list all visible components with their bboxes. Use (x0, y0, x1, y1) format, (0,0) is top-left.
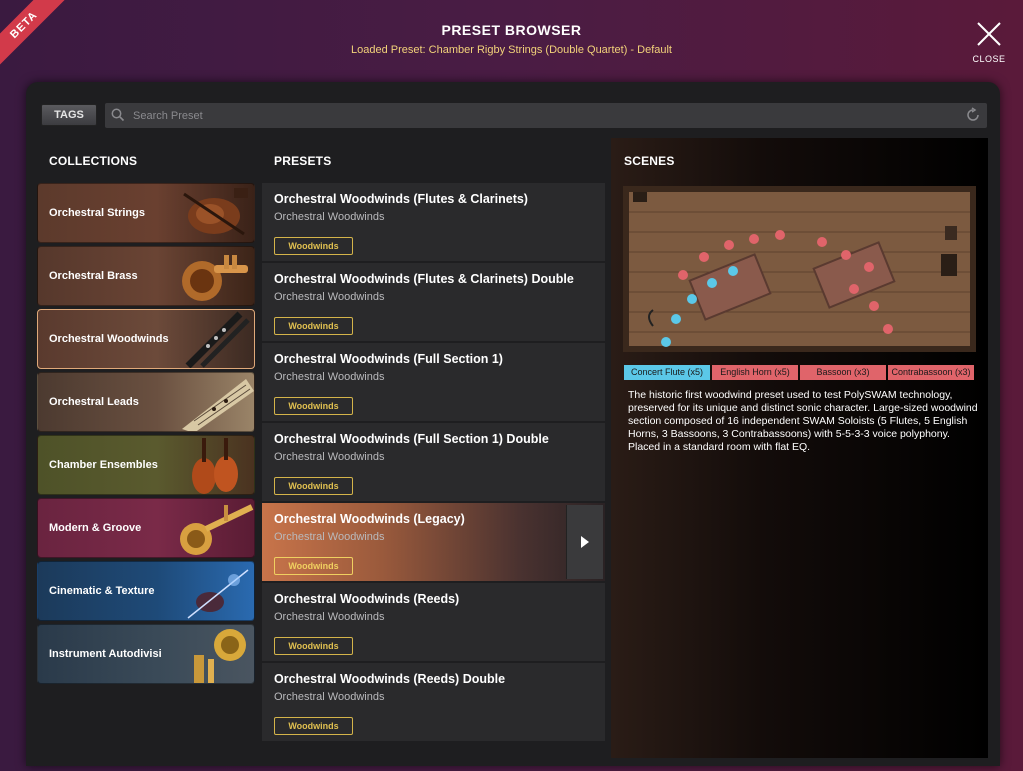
legend-concert-flute: Concert Flute (x5) (624, 365, 710, 380)
collection-label: Cinematic & Texture (49, 585, 155, 597)
page-title: PRESET BROWSER (441, 22, 582, 38)
collections-heading: COLLECTIONS (49, 154, 138, 168)
preset-name: Orchestral Woodwinds (Legacy) (274, 512, 465, 526)
scene-room-view[interactable] (623, 186, 976, 352)
loaded-preset-label: Loaded Preset: Chamber Rigby Strings (Do… (351, 44, 672, 56)
preset-row[interactable]: Orchestral Woodwinds (Reeds) Double Orch… (262, 663, 605, 741)
load-preset-button[interactable] (566, 505, 603, 579)
preset-name: Orchestral Woodwinds (Flutes & Clarinets… (274, 272, 574, 286)
collection-label: Orchestral Brass (49, 270, 138, 282)
preset-tag[interactable]: Woodwinds (274, 317, 353, 335)
preset-category: Orchestral Woodwinds (274, 371, 385, 383)
violin-icon (187, 569, 249, 619)
flute-position-marker[interactable] (728, 266, 738, 276)
preset-category: Orchestral Woodwinds (274, 531, 385, 543)
bassoon-position-marker[interactable] (841, 250, 851, 260)
preset-tag[interactable]: Woodwinds (274, 717, 353, 735)
search-icon (111, 108, 125, 122)
scene-description: The historic first woodwind preset used … (628, 389, 978, 453)
preset-name: Orchestral Woodwinds (Reeds) (274, 592, 460, 606)
flute-position-marker[interactable] (707, 278, 717, 288)
tuba-icon (194, 629, 246, 683)
preset-name: Orchestral Woodwinds (Full Section 1) (274, 352, 503, 366)
legend-contrabassoon: Contrabassoon (x3) (888, 365, 974, 380)
collection-label: Orchestral Leads (49, 396, 139, 408)
presets-heading: PRESETS (274, 154, 332, 168)
collection-orchestral-strings[interactable]: Orchestral Strings (37, 183, 255, 243)
search-bar (105, 103, 987, 128)
trumpet-icon (182, 255, 248, 301)
collection-instrument-autodivisi[interactable]: Instrument Autodivisi (37, 624, 255, 684)
play-arrow-icon (581, 536, 589, 548)
contrabassoon-position-marker[interactable] (849, 284, 859, 294)
preset-tag[interactable]: Woodwinds (274, 637, 353, 655)
preset-row[interactable]: Orchestral Woodwinds (Full Section 1) Or… (262, 343, 605, 421)
close-button[interactable]: CLOSE (968, 20, 1010, 76)
legend-english-horn: English Horn (x5) (712, 365, 798, 380)
preset-tag[interactable]: Woodwinds (274, 477, 353, 495)
preset-tag[interactable]: Woodwinds (274, 557, 353, 575)
bassoon-position-marker[interactable] (864, 262, 874, 272)
clarinet-icon (185, 311, 250, 368)
preset-name: Orchestral Woodwinds (Flutes & Clarinets… (274, 192, 528, 206)
collection-chamber-ensembles[interactable]: Chamber Ensembles (37, 435, 255, 495)
preset-tag[interactable]: Woodwinds (274, 397, 353, 415)
collection-label: Modern & Groove (49, 522, 142, 534)
english-horn-position-marker[interactable] (749, 234, 759, 244)
speaker-prop (941, 254, 957, 276)
preset-row-active[interactable]: Orchestral Woodwinds (Legacy) Orchestral… (262, 503, 605, 581)
refresh-icon[interactable] (965, 107, 981, 123)
collection-orchestral-leads[interactable]: Orchestral Leads (37, 372, 255, 432)
english-horn-position-marker[interactable] (775, 230, 785, 240)
english-horn-position-marker[interactable] (678, 270, 688, 280)
collection-label: Orchestral Woodwinds (49, 333, 169, 345)
collection-cinematic-texture[interactable]: Cinematic & Texture (37, 561, 255, 621)
header: PRESET BROWSER Loaded Preset: Chamber Ri… (0, 0, 1023, 82)
violin-icon (183, 188, 248, 236)
sheet-music-icon (182, 379, 254, 431)
preset-name: Orchestral Woodwinds (Reeds) Double (274, 672, 506, 686)
flute-position-marker[interactable] (671, 314, 681, 324)
collection-label: Instrument Autodivisi (49, 648, 162, 660)
preset-row[interactable]: Orchestral Woodwinds (Flutes & Clarinets… (262, 263, 605, 341)
close-label: CLOSE (972, 54, 1006, 64)
preset-name: Orchestral Woodwinds (Full Section 1) Do… (274, 432, 549, 446)
speaker-prop (633, 192, 647, 202)
bassoon-position-marker[interactable] (817, 237, 827, 247)
collection-orchestral-brass[interactable]: Orchestral Brass (37, 246, 255, 306)
preset-category: Orchestral Woodwinds (274, 211, 385, 223)
close-icon (977, 22, 1001, 46)
scenes-heading: SCENES (624, 154, 675, 168)
preset-row[interactable]: Orchestral Woodwinds (Reeds) Orchestral … (262, 583, 605, 661)
preset-category: Orchestral Woodwinds (274, 291, 385, 303)
preset-category: Orchestral Woodwinds (274, 611, 385, 623)
english-horn-position-marker[interactable] (724, 240, 734, 250)
flute-position-marker[interactable] (661, 337, 671, 347)
english-horn-position-marker[interactable] (699, 252, 709, 262)
collection-orchestral-woodwinds[interactable]: Orchestral Woodwinds (37, 309, 255, 369)
preset-row[interactable]: Orchestral Woodwinds (Full Section 1) Do… (262, 423, 605, 501)
collection-label: Orchestral Strings (49, 207, 145, 219)
collection-label: Chamber Ensembles (49, 459, 158, 471)
preset-category: Orchestral Woodwinds (274, 691, 385, 703)
legend-bassoon: Bassoon (x3) (800, 365, 886, 380)
preset-tag[interactable]: Woodwinds (274, 237, 353, 255)
trumpet-icon (180, 504, 254, 555)
collection-modern-groove[interactable]: Modern & Groove (37, 498, 255, 558)
search-input[interactable] (133, 107, 953, 125)
speaker-prop (945, 226, 957, 240)
preset-category: Orchestral Woodwinds (274, 451, 385, 463)
cello-icon (192, 438, 238, 494)
tags-button[interactable]: TAGS (41, 104, 97, 126)
preset-row[interactable]: Orchestral Woodwinds (Flutes & Clarinets… (262, 183, 605, 261)
contrabassoon-position-marker[interactable] (869, 301, 879, 311)
contrabassoon-position-marker[interactable] (883, 324, 893, 334)
flute-position-marker[interactable] (687, 294, 697, 304)
